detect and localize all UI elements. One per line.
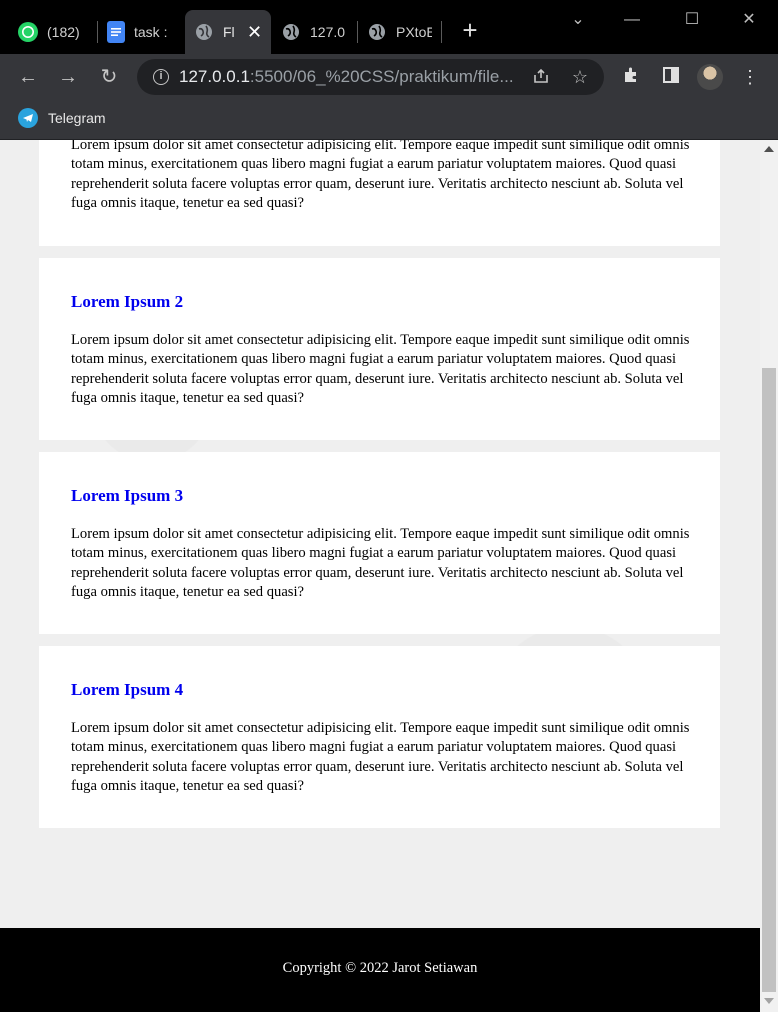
side-panel-icon[interactable] — [660, 66, 682, 88]
card-text: Lorem ipsum dolor sit amet consectetur a… — [71, 526, 690, 600]
minimize-button[interactable]: — — [620, 8, 644, 32]
card-text: Lorem ipsum dolor sit amet consectetur a… — [71, 332, 690, 406]
back-button[interactable]: ← — [14, 63, 42, 91]
address-bar[interactable]: i 127.0.0.1:5500/06_%20CSS/praktikum/fil… — [137, 59, 604, 95]
whatsapp-icon — [18, 22, 38, 42]
bookmarks-bar: Telegram — [0, 100, 778, 140]
globe-icon — [367, 22, 387, 42]
site-info-icon[interactable]: i — [153, 69, 169, 85]
card-title: Lorem Ipsum 3 — [71, 486, 184, 505]
tab-label: (182) — [47, 24, 80, 40]
globe-icon — [281, 22, 301, 42]
tab-separator — [357, 21, 358, 43]
tab-search-icon[interactable]: ⌄ — [566, 8, 590, 32]
new-tab-button[interactable]: + — [458, 17, 482, 43]
close-tab-icon[interactable]: ✕ — [247, 23, 262, 41]
tab-separator — [441, 21, 442, 43]
scroll-thumb[interactable] — [762, 368, 776, 992]
tab-label: task : — [134, 24, 168, 40]
docs-icon — [107, 21, 125, 43]
url-path: :5500/06_%20CSS/praktikum/file... — [249, 67, 514, 86]
tab-separator — [97, 21, 98, 43]
maximize-button[interactable]: ☐ — [680, 8, 704, 32]
card-text: Lorem ipsum dolor sit amet consectetur a… — [71, 140, 690, 211]
reload-button[interactable]: ↻ — [95, 63, 123, 91]
card-1: Lorem ipsum dolor sit amet consectetur a… — [39, 140, 720, 246]
vertical-scrollbar[interactable] — [760, 140, 778, 1012]
tab-active[interactable]: Fl ✕ — [185, 10, 271, 54]
page-viewport: Lorem ipsum dolor sit amet consectetur a… — [0, 140, 760, 1012]
tab-label: Fl — [223, 24, 235, 40]
browser-toolbar: ← → ↻ i 127.0.0.1:5500/06_%20CSS/praktik… — [0, 54, 778, 100]
extensions-icon[interactable] — [620, 66, 642, 88]
share-icon[interactable] — [531, 67, 551, 87]
scroll-up-arrow-icon[interactable] — [764, 146, 774, 152]
tab-label: PXtoE — [396, 24, 432, 40]
card-4: Lorem Ipsum 4 Lorem ipsum dolor sit amet… — [39, 646, 720, 828]
tab-label: 127.0 — [310, 24, 346, 40]
bookmark-telegram[interactable]: Telegram — [18, 107, 106, 129]
url-host: 127.0.0.1 — [179, 67, 250, 86]
tab-localhost[interactable]: 127.0 — [281, 10, 347, 54]
tab-task[interactable]: task : — [107, 10, 173, 54]
card-title: Lorem Ipsum 4 — [71, 680, 184, 699]
tab-strip: (182) task : Fl ✕ 127.0 PXtoE + ⌄ — ☐ ✕ — [0, 0, 778, 54]
telegram-icon — [18, 108, 38, 128]
card-title: Lorem Ipsum 2 — [71, 292, 184, 311]
card-2: Lorem Ipsum 2 Lorem ipsum dolor sit amet… — [39, 258, 720, 440]
url-text[interactable]: 127.0.0.1:5500/06_%20CSS/praktikum/file.… — [179, 67, 519, 87]
menu-kebab-icon[interactable]: ⋮ — [739, 66, 761, 88]
scroll-down-arrow-icon[interactable] — [764, 998, 774, 1004]
bookmark-label: Telegram — [48, 110, 106, 126]
forward-button[interactable]: → — [54, 63, 82, 91]
card-3: Lorem Ipsum 3 Lorem ipsum dolor sit amet… — [39, 452, 720, 634]
globe-icon — [194, 22, 214, 42]
profile-avatar[interactable] — [697, 64, 723, 90]
bookmark-star-icon[interactable]: ☆ — [570, 67, 590, 87]
footer-copyright: Copyright © 2022 Jarot Setiawan — [282, 960, 478, 976]
tab-whatsapp[interactable]: (182) — [18, 10, 88, 54]
page-footer: Copyright © 2022 Jarot Setiawan — [0, 928, 760, 1012]
card-text: Lorem ipsum dolor sit amet consectetur a… — [71, 720, 690, 794]
tab-pxtoem[interactable]: PXtoE — [367, 10, 433, 54]
close-window-button[interactable]: ✕ — [737, 8, 761, 32]
